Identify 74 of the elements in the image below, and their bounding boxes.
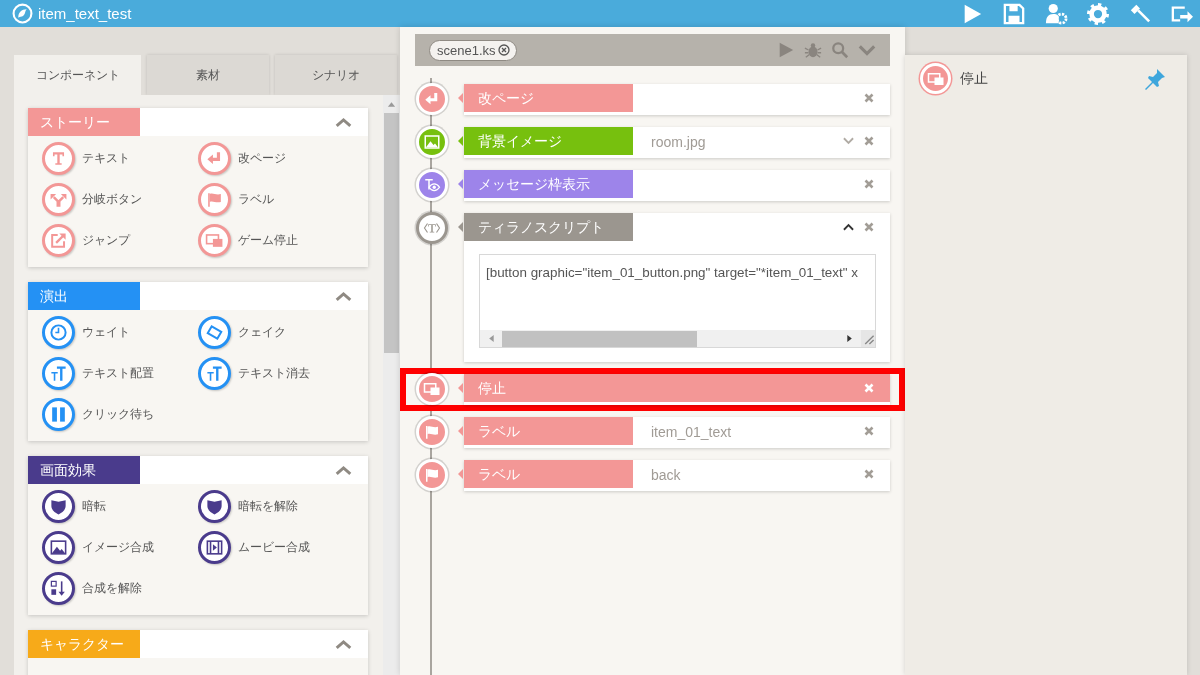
component-label[interactable]: 合成を解除 xyxy=(82,580,142,597)
tag-label: ティラノスクリプト xyxy=(464,213,633,241)
t-shape-icon[interactable] xyxy=(42,142,75,175)
picture-icon[interactable] xyxy=(42,531,75,564)
bug-icon[interactable] xyxy=(804,41,822,59)
dropdown-chevron-icon[interactable] xyxy=(843,137,854,145)
component-label[interactable]: ムービー合成 xyxy=(238,539,310,556)
pin-icon[interactable] xyxy=(1143,67,1167,91)
window-pair-icon xyxy=(416,373,448,405)
window-pair-icon[interactable] xyxy=(198,224,231,257)
shield-icon[interactable] xyxy=(198,490,231,523)
shield-icon[interactable] xyxy=(42,490,75,523)
panel-tab[interactable]: 素材 xyxy=(147,55,269,95)
play-icon[interactable] xyxy=(777,41,795,59)
window-title: item_text_test xyxy=(38,5,132,22)
category-title: 画面効果 xyxy=(28,456,140,484)
tag-label: メッセージ枠表示 xyxy=(464,170,633,198)
component-label[interactable]: テキスト配置 xyxy=(82,365,154,382)
tag-label: ラベル xyxy=(464,460,633,488)
component-label[interactable]: イメージ合成 xyxy=(82,539,154,556)
hammer-icon[interactable] xyxy=(1128,2,1152,25)
settings-icon[interactable] xyxy=(1086,2,1110,25)
angle-brackets-icon xyxy=(416,212,448,244)
category-title: 演出 xyxy=(28,282,140,310)
pause-icon[interactable] xyxy=(42,398,75,431)
user-gear-icon[interactable] xyxy=(1044,2,1068,25)
t-shapes-icon[interactable] xyxy=(198,357,231,390)
panel-tab[interactable]: シナリオ xyxy=(275,55,397,95)
tag-value: item_01_text xyxy=(651,423,732,440)
category-title: キャラクター xyxy=(28,630,140,658)
component-label[interactable]: 改ページ xyxy=(238,150,286,167)
tag-label: ラベル xyxy=(464,417,633,445)
flag-icon xyxy=(416,459,448,491)
component-label[interactable]: ラベル xyxy=(238,191,274,208)
component-label[interactable]: クリック待ち xyxy=(82,406,154,423)
vertical-scrollbar[interactable] xyxy=(383,95,400,675)
film-play-icon[interactable] xyxy=(198,531,231,564)
component-label[interactable]: ジャンプ xyxy=(82,232,130,249)
flag-icon xyxy=(416,416,448,448)
flag-icon[interactable] xyxy=(198,183,231,216)
scroll-up-arrow-icon[interactable] xyxy=(387,101,396,107)
close-icon[interactable] xyxy=(497,44,510,56)
fork-arrows-icon[interactable] xyxy=(42,183,75,216)
logo-icon xyxy=(12,3,33,24)
tag-value: back xyxy=(651,466,681,483)
horizontal-scrollbar[interactable] xyxy=(480,330,875,347)
picture-icon xyxy=(416,126,448,158)
scroll-right-arrow-icon[interactable] xyxy=(847,334,853,343)
t-shapes-icon[interactable] xyxy=(42,357,75,390)
search-icon[interactable] xyxy=(831,41,849,59)
panel-tab[interactable]: コンポーネント xyxy=(14,55,141,95)
category-title: ストーリー xyxy=(28,108,140,136)
component-label[interactable]: 暗転を解除 xyxy=(238,498,298,515)
inspector-title: 停止 xyxy=(960,70,989,88)
component-label[interactable]: ゲーム停止 xyxy=(238,232,298,249)
clock-icon[interactable] xyxy=(42,316,75,349)
component-label[interactable]: ウェイト xyxy=(82,324,130,341)
component-label[interactable]: テキスト xyxy=(82,150,130,167)
script-code: [button graphic="item_01_button.png" target="*item_01_text" x xyxy=(485,264,859,280)
eye-icon xyxy=(416,169,448,201)
tag-label: 改ページ xyxy=(464,84,633,112)
scroll-left-arrow-icon[interactable] xyxy=(488,334,494,343)
component-label[interactable]: クェイク xyxy=(238,324,286,341)
component-label[interactable]: 分岐ボタン xyxy=(82,191,142,208)
resize-grip-icon[interactable] xyxy=(861,330,875,347)
file-tab[interactable]: scene1.ks xyxy=(429,39,517,61)
tag-value: room.jpg xyxy=(651,133,706,150)
window-pair-icon xyxy=(920,63,951,94)
component-label[interactable]: 暗転 xyxy=(82,498,106,515)
component-label[interactable]: テキスト消去 xyxy=(238,365,310,382)
save-icon[interactable] xyxy=(1002,2,1026,25)
script-editor[interactable]: [button graphic="item_01_button.png" target="*item_01_text" x xyxy=(479,254,876,348)
tag-label: 背景イメージ xyxy=(464,127,633,155)
collapse-chevron-icon[interactable] xyxy=(843,223,854,231)
